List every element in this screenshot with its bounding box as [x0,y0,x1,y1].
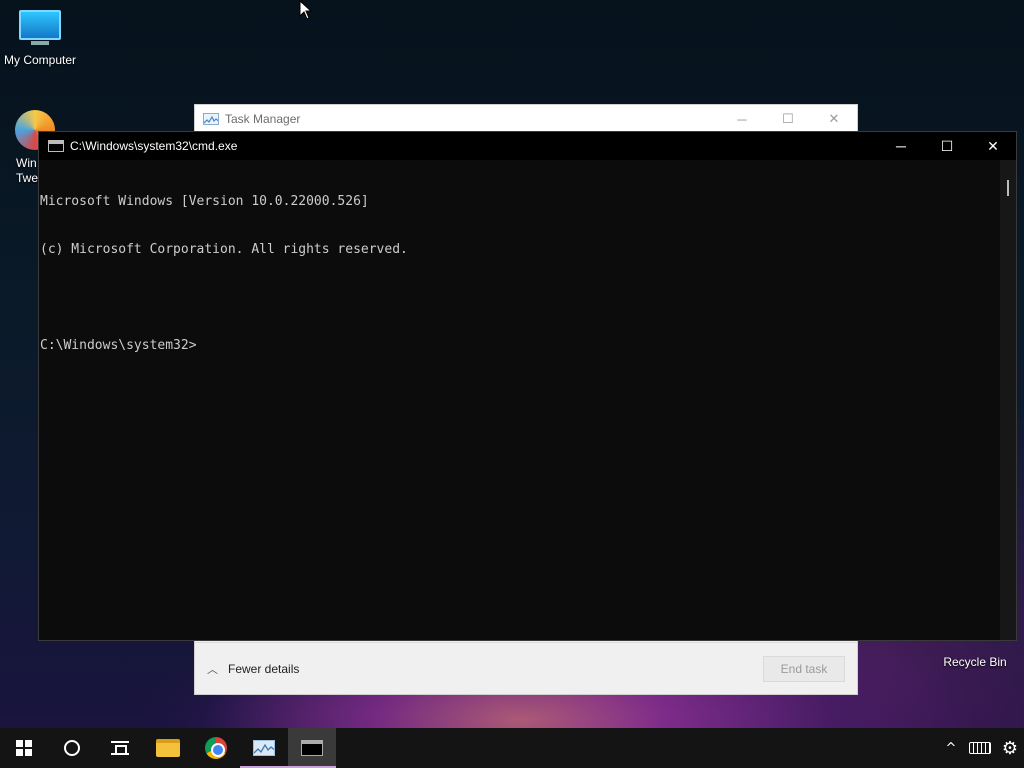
search-icon [64,740,80,756]
task-view-button[interactable] [96,728,144,768]
end-task-button[interactable]: End task [763,655,845,682]
desktop-icon-my-computer[interactable]: My Computer [2,10,78,67]
cmd-window[interactable]: C:\Windows\system32\cmd.exe ─ ☐ ✕ Micros… [38,131,1017,641]
taskbar-cmd[interactable] [288,728,336,768]
window-title: C:\Windows\system32\cmd.exe [70,139,238,153]
window-title: Task Manager [225,112,301,126]
minimize-button[interactable]: ─ [878,132,924,160]
cmd-icon [301,740,323,756]
window-controls: ─ ☐ ✕ [719,105,857,133]
desktop-icon-label: Recycle Bin [943,655,1007,669]
system-tray: ^ ⚙ [938,728,1024,768]
fewer-details-button[interactable]: ︿ Fewer details [207,661,299,677]
windows-logo-icon [16,740,32,756]
show-hidden-icons-button[interactable]: ^ [938,728,964,768]
scrollbar[interactable] [1000,160,1016,640]
maximize-button[interactable]: ☐ [765,105,811,133]
touch-keyboard-button[interactable] [964,728,996,768]
console-line: (c) Microsoft Corporation. All rights re… [40,242,408,257]
desktop-icon-label: My Computer [3,53,77,67]
keyboard-icon [969,742,991,754]
folder-icon [156,739,180,757]
settings-gear-icon[interactable]: ⚙ [996,728,1024,768]
maximize-button[interactable]: ☐ [924,132,970,160]
start-button[interactable] [0,728,48,768]
monitor-stand [31,41,49,45]
cmd-icon [48,140,64,152]
console-line: Microsoft Windows [Version 10.0.22000.52… [40,194,369,209]
taskbar: ^ ⚙ [0,728,1024,768]
cmd-titlebar[interactable]: C:\Windows\system32\cmd.exe ─ ☐ ✕ [39,132,1016,160]
task-manager-titlebar[interactable]: Task Manager ─ ☐ ✕ [195,105,857,133]
chrome-icon [205,737,227,759]
task-manager-icon [253,740,275,756]
chevron-up-icon: ︿ [207,663,218,676]
task-manager-footer: ︿ Fewer details End task [195,642,857,694]
task-manager-icon [203,113,219,125]
close-button[interactable]: ✕ [811,105,857,133]
search-button[interactable] [48,728,96,768]
close-button[interactable]: ✕ [970,132,1016,160]
fewer-details-label: Fewer details [228,661,300,676]
console-prompt: C:\Windows\system32> [40,338,197,353]
desktop-icon-label-line1: Win [16,156,37,170]
taskbar-chrome[interactable] [192,728,240,768]
taskbar-task-manager[interactable] [240,728,288,768]
task-view-icon [111,741,129,755]
console-line: ​ [40,290,1000,306]
monitor-icon [19,10,61,40]
taskbar-file-explorer[interactable] [144,728,192,768]
window-controls: ─ ☐ ✕ [878,132,1016,160]
console-output[interactable]: Microsoft Windows [Version 10.0.22000.52… [39,162,1000,640]
scrollbar-thumb[interactable] [1007,180,1009,196]
minimize-button[interactable]: ─ [719,105,765,133]
desktop-icon-label-line2: Twe [16,171,39,185]
mouse-cursor-icon [299,0,313,20]
